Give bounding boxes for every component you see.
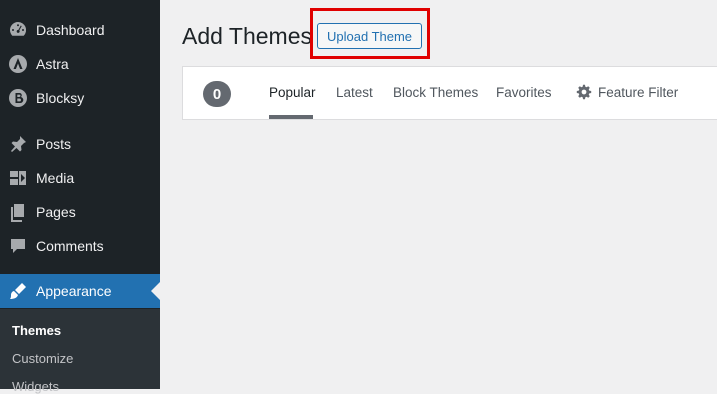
sidebar-item-label: Appearance: [36, 283, 112, 299]
submenu-item-themes[interactable]: Themes: [12, 323, 61, 338]
blocksy-icon: [8, 88, 28, 108]
sidebar-item-media[interactable]: Media: [0, 161, 160, 195]
sidebar-item-label: Dashboard: [36, 22, 105, 38]
current-tab-underline: [269, 115, 313, 119]
sidebar-item-comments[interactable]: Comments: [0, 229, 160, 263]
theme-count-badge: 0: [203, 81, 231, 107]
filter-latest[interactable]: Latest: [336, 85, 373, 100]
sidebar-item-astra[interactable]: Astra: [0, 47, 160, 81]
sidebar-item-label: Posts: [36, 136, 72, 152]
astra-icon: [8, 54, 28, 74]
submenu-item-widgets[interactable]: Widgets: [12, 379, 59, 394]
pin-icon: [8, 134, 28, 154]
sidebar-item-pages[interactable]: Pages: [0, 195, 160, 229]
brush-icon: [8, 281, 28, 301]
filter-favorites[interactable]: Favorites: [496, 85, 552, 100]
sidebar-item-label: Astra: [36, 56, 69, 72]
gear-icon: [576, 84, 592, 100]
sidebar-item-blocksy[interactable]: Blocksy: [0, 81, 160, 115]
admin-sidebar: Dashboard Astra Blocksy Posts Media Page…: [0, 0, 160, 394]
upload-theme-button[interactable]: Upload Theme: [317, 23, 423, 49]
sidebar-item-label: Comments: [36, 238, 104, 254]
media-icon: [8, 168, 28, 188]
feature-filter-label: Feature Filter: [598, 84, 679, 100]
active-indicator: [151, 282, 160, 300]
feature-filter-button[interactable]: Feature Filter: [576, 84, 678, 100]
theme-filter-bar: 0 Popular Latest Block Themes Favorites …: [182, 66, 717, 120]
sidebar-item-label: Pages: [36, 204, 76, 220]
sidebar-item-dashboard[interactable]: Dashboard: [0, 13, 160, 47]
pages-icon: [8, 202, 28, 222]
sidebar-item-label: Blocksy: [36, 90, 85, 106]
dashboard-icon: [8, 20, 28, 40]
filter-block-themes[interactable]: Block Themes: [393, 85, 478, 100]
filter-popular[interactable]: Popular: [269, 85, 316, 100]
comment-icon: [8, 236, 28, 256]
sidebar-item-posts[interactable]: Posts: [0, 127, 160, 161]
appearance-submenu: Themes Customize Widgets: [0, 309, 160, 394]
page-title: Add Themes: [182, 23, 312, 49]
submenu-item-customize[interactable]: Customize: [12, 351, 73, 366]
sidebar-item-appearance[interactable]: Appearance: [0, 274, 160, 308]
sidebar-item-label: Media: [36, 170, 75, 186]
